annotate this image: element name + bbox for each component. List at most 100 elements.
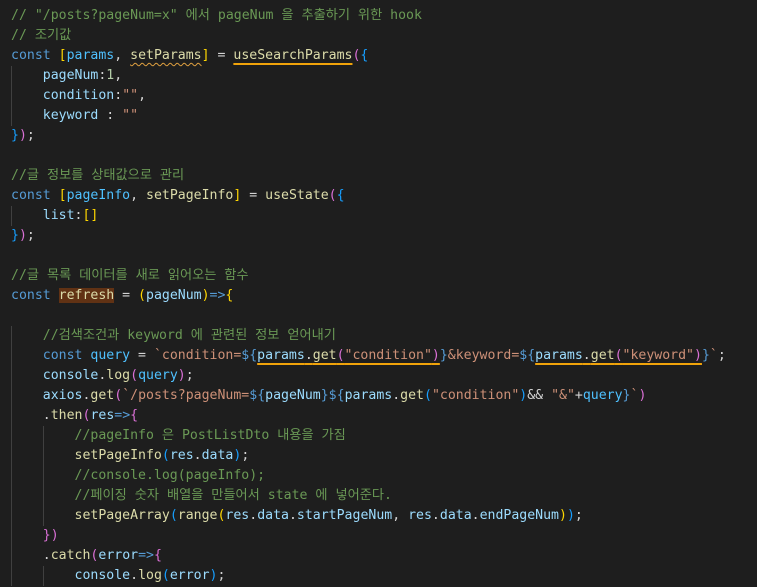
code-token: ) bbox=[209, 568, 218, 583]
code-line[interactable]: list:[] bbox=[0, 206, 757, 226]
code-line[interactable]: }); bbox=[0, 226, 757, 246]
code-line[interactable]: setPageArray(range(res.data.startPageNum… bbox=[0, 506, 757, 526]
code-line[interactable] bbox=[0, 246, 757, 266]
code-token: //글 정보를 상태값으로 관리 bbox=[11, 168, 185, 183]
code-token: const bbox=[11, 288, 59, 303]
code-token: ) bbox=[694, 348, 702, 363]
code-token: "" bbox=[122, 108, 139, 123]
code-token: = bbox=[241, 188, 266, 203]
code-line[interactable]: const [pageInfo, setPageInfo] = useState… bbox=[0, 186, 757, 206]
code-token: const bbox=[11, 48, 59, 63]
code-token: ) bbox=[638, 388, 647, 403]
code-token: params bbox=[344, 388, 393, 403]
code-token: } bbox=[320, 388, 329, 403]
indent-guide bbox=[11, 446, 12, 466]
code-token: ( bbox=[114, 388, 123, 403]
code-line[interactable]: //console.log(pageInfo); bbox=[0, 466, 757, 486]
code-token: // "/posts?pageNum=x" 에서 pageNum 을 추출하기 … bbox=[11, 8, 422, 23]
indent-guide bbox=[11, 526, 12, 546]
code-token: params bbox=[66, 48, 115, 63]
code-token: `condition= bbox=[153, 348, 242, 363]
code-line[interactable]: console.log(query); bbox=[0, 366, 757, 386]
code-line[interactable]: //검색조건과 keyword 에 관련된 정보 얻어내기 bbox=[0, 326, 757, 346]
code-token: setPageInfo bbox=[146, 188, 234, 203]
code-line[interactable]: //페이징 숫자 배열을 만들어서 state 에 넣어준다. bbox=[0, 486, 757, 506]
code-token: => bbox=[209, 288, 226, 303]
code-token: . bbox=[471, 508, 480, 523]
code-token: ) bbox=[559, 508, 567, 523]
code-token: { bbox=[225, 288, 234, 303]
code-token: "" bbox=[122, 88, 139, 103]
code-token: ] bbox=[201, 48, 210, 63]
code-token: console bbox=[42, 368, 99, 383]
code-line[interactable]: const [params, setParams] = useSearchPar… bbox=[0, 46, 757, 66]
code-line[interactable]: const query = `condition=${params.get("c… bbox=[0, 346, 757, 366]
code-token: query bbox=[138, 368, 178, 383]
code-line[interactable]: .then(res=>{ bbox=[0, 406, 757, 426]
code-token: pageInfo bbox=[66, 188, 131, 203]
code-token: ( bbox=[423, 388, 432, 403]
code-line[interactable]: }); bbox=[0, 126, 757, 146]
indent-guide bbox=[11, 206, 12, 226]
indent-guide bbox=[43, 566, 44, 586]
code-line[interactable]: //글 목록 데이터를 새로 읽어오는 함수 bbox=[0, 266, 757, 286]
code-token: ( bbox=[336, 348, 345, 363]
code-token: [] bbox=[82, 208, 99, 223]
indent-guide bbox=[11, 566, 12, 586]
code-token: = bbox=[114, 288, 139, 303]
code-token: . bbox=[42, 408, 51, 423]
code-token: ; bbox=[574, 508, 583, 523]
code-line[interactable]: // "/posts?pageNum=x" 에서 pageNum 을 추출하기 … bbox=[0, 6, 757, 26]
code-token: list bbox=[42, 208, 75, 223]
code-token: } bbox=[439, 348, 448, 363]
code-line[interactable]: .catch(error=>{ bbox=[0, 546, 757, 566]
code-token: get bbox=[590, 348, 615, 363]
code-token: "&" bbox=[551, 388, 575, 403]
code-editor[interactable]: // "/posts?pageNum=x" 에서 pageNum 을 추출하기 … bbox=[0, 0, 757, 587]
code-token: ) bbox=[201, 288, 210, 303]
code-token: console bbox=[74, 568, 131, 583]
code-token: "condition" bbox=[344, 348, 432, 363]
code-line[interactable]: //pageInfo 은 PostListDto 내용을 가짐 bbox=[0, 426, 757, 446]
code-line[interactable]: keyword : "" bbox=[0, 106, 757, 126]
code-token: { bbox=[336, 188, 345, 203]
code-token: : bbox=[114, 88, 123, 103]
code-token: ) bbox=[18, 228, 27, 243]
code-token: startPageNum bbox=[296, 508, 393, 523]
code-line[interactable] bbox=[0, 146, 757, 166]
code-line[interactable]: pageNum:1, bbox=[0, 66, 757, 86]
code-token: log bbox=[138, 568, 162, 583]
indent-guide bbox=[11, 346, 12, 366]
indent-guide bbox=[43, 506, 44, 526]
code-token: ) bbox=[18, 128, 27, 143]
code-line[interactable]: console.log(error); bbox=[0, 566, 757, 586]
code-token: error bbox=[169, 568, 210, 583]
code-token: //글 목록 데이터를 새로 읽어오는 함수 bbox=[11, 268, 249, 283]
code-token: &keyword= bbox=[447, 348, 520, 363]
code-token: { bbox=[360, 48, 369, 63]
code-line[interactable]: setPageInfo(res.data); bbox=[0, 446, 757, 466]
code-token: const bbox=[11, 188, 59, 203]
code-line[interactable]: const refresh = (pageNum)=>{ bbox=[0, 286, 757, 306]
indent-guide bbox=[11, 546, 12, 566]
code-line[interactable]: condition:"", bbox=[0, 86, 757, 106]
code-token: ` bbox=[709, 348, 718, 363]
code-token: , bbox=[138, 88, 147, 103]
code-line[interactable]: //글 정보를 상태값으로 관리 bbox=[0, 166, 757, 186]
code-line[interactable]: axios.get(`/posts?pageNum=${pageNum}${pa… bbox=[0, 386, 757, 406]
code-token: ) bbox=[566, 508, 575, 523]
code-token: , bbox=[114, 68, 123, 83]
code-token: = bbox=[209, 48, 234, 63]
code-token: ${ bbox=[328, 388, 345, 403]
code-line[interactable] bbox=[0, 306, 757, 326]
code-line[interactable]: // 조기값 bbox=[0, 26, 757, 46]
code-token: ${ bbox=[249, 388, 266, 403]
code-token: { bbox=[153, 548, 162, 563]
code-line[interactable]: }) bbox=[0, 526, 757, 546]
